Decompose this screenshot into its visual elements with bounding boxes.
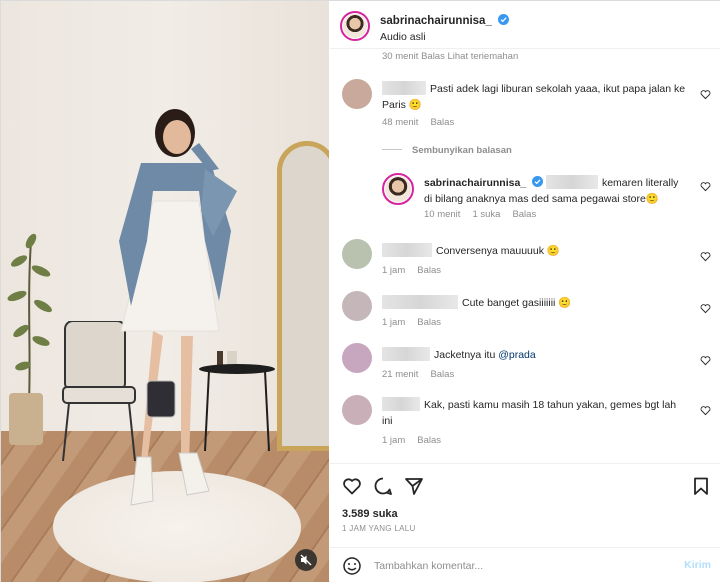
comment-meta: 1 jam Balas [382,265,441,276]
reply-likes[interactable]: 1 suka [472,209,500,220]
blurred-username[interactable] [382,397,420,411]
mention-link[interactable]: @prada [498,349,536,361]
reply-text: sabrinachairunnisa_ kemaren literally di… [424,175,679,205]
comment-text: Jacketnya itu @prada [382,347,687,363]
comment-bubble-icon[interactable] [373,476,393,496]
blurred-username[interactable] [382,347,430,361]
blurred-username[interactable] [382,81,426,95]
likes-count[interactable]: 3.589 suka [342,508,398,520]
speaker-muted-icon [300,554,312,566]
author-avatar[interactable] [340,11,370,41]
comments-list[interactable]: 30 menit Balas Lihat terjemahan Pasti ad… [330,49,720,463]
hide-replies-toggle[interactable]: Sembunyikan balasan [382,145,512,156]
emoji-smiley-icon[interactable] [342,556,362,576]
like-comment-heart-icon[interactable] [700,181,711,192]
like-heart-icon[interactable] [342,476,362,496]
comment-meta: 1 jam Balas [382,317,441,328]
verified-badge-icon [532,176,544,187]
reply-link[interactable]: Balas [417,265,441,276]
photo-plant [7,233,52,401]
add-comment-bar: Kirim [330,547,720,582]
previous-comment-meta: 30 menit Balas Lihat terjemahan [382,51,519,59]
comment-text: Conversenya mauuuuk 🙂 [382,243,687,259]
original-audio-link[interactable]: Audio asli [380,31,426,43]
comment-input[interactable] [374,554,664,578]
blurred-mention[interactable] [545,175,598,189]
commenter-avatar[interactable] [342,343,372,373]
author-username-row[interactable]: sabrinachairunnisa_ [380,14,510,27]
commenter-avatar[interactable] [342,79,372,109]
blurred-username[interactable] [382,295,458,309]
like-comment-heart-icon[interactable] [700,251,711,262]
like-comment-heart-icon[interactable] [700,355,711,366]
reply-link[interactable]: Balas [417,435,441,446]
photo-plant-pot [9,393,43,445]
photo-mirror [277,141,329,451]
comment-text: Kak, pasti kamu masih 18 tahun yakan, ge… [382,397,677,427]
commenter-avatar[interactable] [342,239,372,269]
comment-text: Cute banget gasiiiiiii 🙂 [382,295,687,311]
post-actions: 3.589 suka 1 JAM YANG LALU [330,463,720,547]
post-side-panel: sabrinachairunnisa_ Audio asli 30 menit … [330,1,720,582]
blurred-username[interactable] [382,243,432,257]
share-send-icon[interactable] [404,476,424,496]
comment-meta: 48 menit Balas [382,117,455,128]
photo-person [119,109,237,506]
reply-link[interactable]: Balas [512,209,536,220]
commenter-avatar[interactable] [342,291,372,321]
mute-audio-button[interactable] [295,549,317,571]
verified-badge-icon [498,14,510,25]
instagram-post: sabrinachairunnisa_ Audio asli 30 menit … [0,0,720,582]
post-timestamp: 1 JAM YANG LALU [342,524,416,533]
comment-text: Pasti adek lagi liburan sekolah yaaa, ik… [382,81,686,111]
reply-link[interactable]: Balas [417,317,441,328]
post-photo[interactable] [1,1,329,582]
comment-meta: 1 jam Balas [382,435,441,446]
post-header: sabrinachairunnisa_ Audio asli [330,1,720,49]
reply-link[interactable]: Balas [430,369,454,380]
like-comment-heart-icon[interactable] [700,405,711,416]
like-comment-heart-icon[interactable] [700,303,711,314]
reply-meta: 10 menit 1 suka Balas [424,209,537,220]
reply-link[interactable]: Balas [430,117,454,128]
reply-author-avatar[interactable] [382,173,414,205]
bookmark-icon[interactable] [691,476,711,496]
comment-meta: 21 menit Balas [382,369,455,380]
author-username[interactable]: sabrinachairunnisa_ [380,15,492,27]
reply-username[interactable]: sabrinachairunnisa_ [424,177,526,189]
commenter-avatar[interactable] [342,395,372,425]
like-comment-heart-icon[interactable] [700,89,711,100]
send-comment-button[interactable]: Kirim [684,559,711,571]
